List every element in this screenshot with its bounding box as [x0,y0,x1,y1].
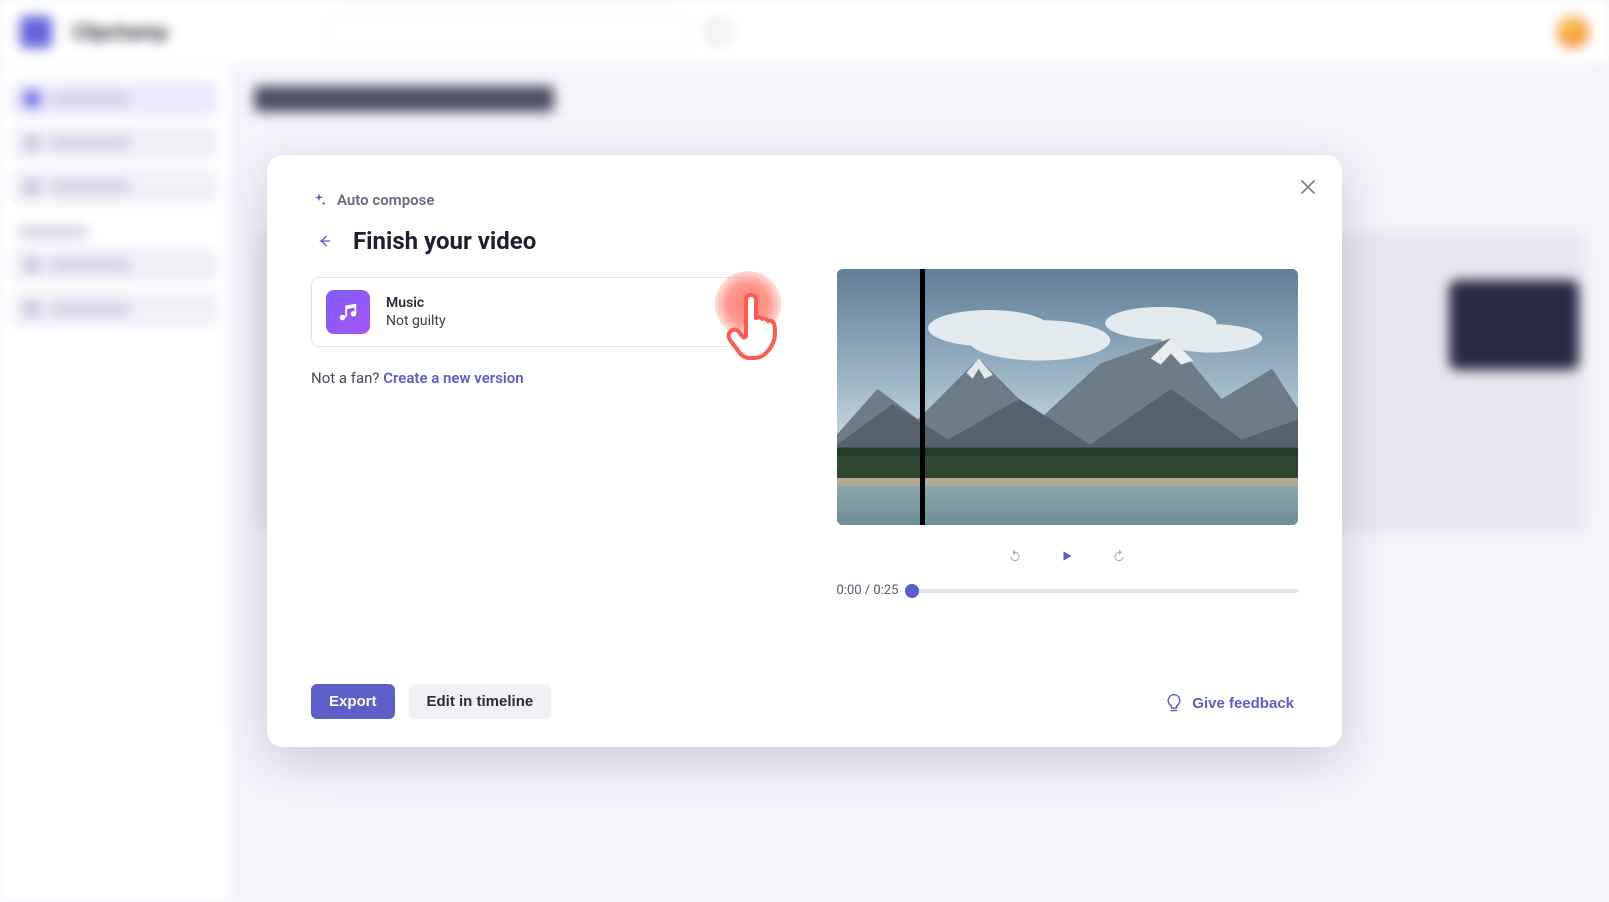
music-icon [326,290,370,334]
player-controls [837,543,1299,569]
preview-split-divider [920,269,925,525]
breadcrumb-label: Auto compose [337,191,434,209]
play-button[interactable] [1054,543,1080,569]
music-card-title: Music [386,295,446,311]
preview-image [837,269,1299,525]
rewind-button[interactable] [1002,543,1028,569]
pointer-hand-icon [722,290,786,362]
progress-row: 0:00 / 0:25 [837,583,1299,598]
not-fan-row: Not a fan? Create a new version [311,369,761,387]
click-indicator [708,264,788,344]
give-feedback-button[interactable]: Give feedback [1160,687,1298,719]
seek-track[interactable] [912,589,1298,593]
back-button[interactable] [311,227,339,255]
time-display: 0:00 / 0:25 [837,583,899,598]
breadcrumb: Auto compose [311,191,761,209]
arrow-left-icon [317,232,333,250]
auto-compose-modal: Auto compose Finish your video Music Not… [267,155,1342,747]
video-preview[interactable] [837,269,1299,525]
modal-title: Finish your video [353,227,536,255]
music-card-track: Not guilty [386,313,446,329]
seek-thumb[interactable] [905,584,919,598]
modal-left-panel: Auto compose Finish your video Music Not… [267,155,805,747]
chevron-right-icon [732,305,746,319]
export-button[interactable]: Export [311,684,395,719]
lightbulb-icon [1164,693,1184,713]
give-feedback-label: Give feedback [1192,695,1294,712]
forward-icon [1112,545,1126,567]
music-card[interactable]: Music Not guilty [311,277,761,347]
modal-right-panel: 0:00 / 0:25 Give feedback [805,155,1343,747]
edit-timeline-button[interactable]: Edit in timeline [409,684,552,719]
forward-button[interactable] [1106,543,1132,569]
play-icon [1060,546,1074,566]
rewind-icon [1008,545,1022,567]
create-new-version-link[interactable]: Create a new version [383,369,523,387]
sparkle-icon [311,192,327,208]
not-fan-text: Not a fan? [311,369,383,387]
modal-scrim: Auto compose Finish your video Music Not… [0,0,1609,902]
